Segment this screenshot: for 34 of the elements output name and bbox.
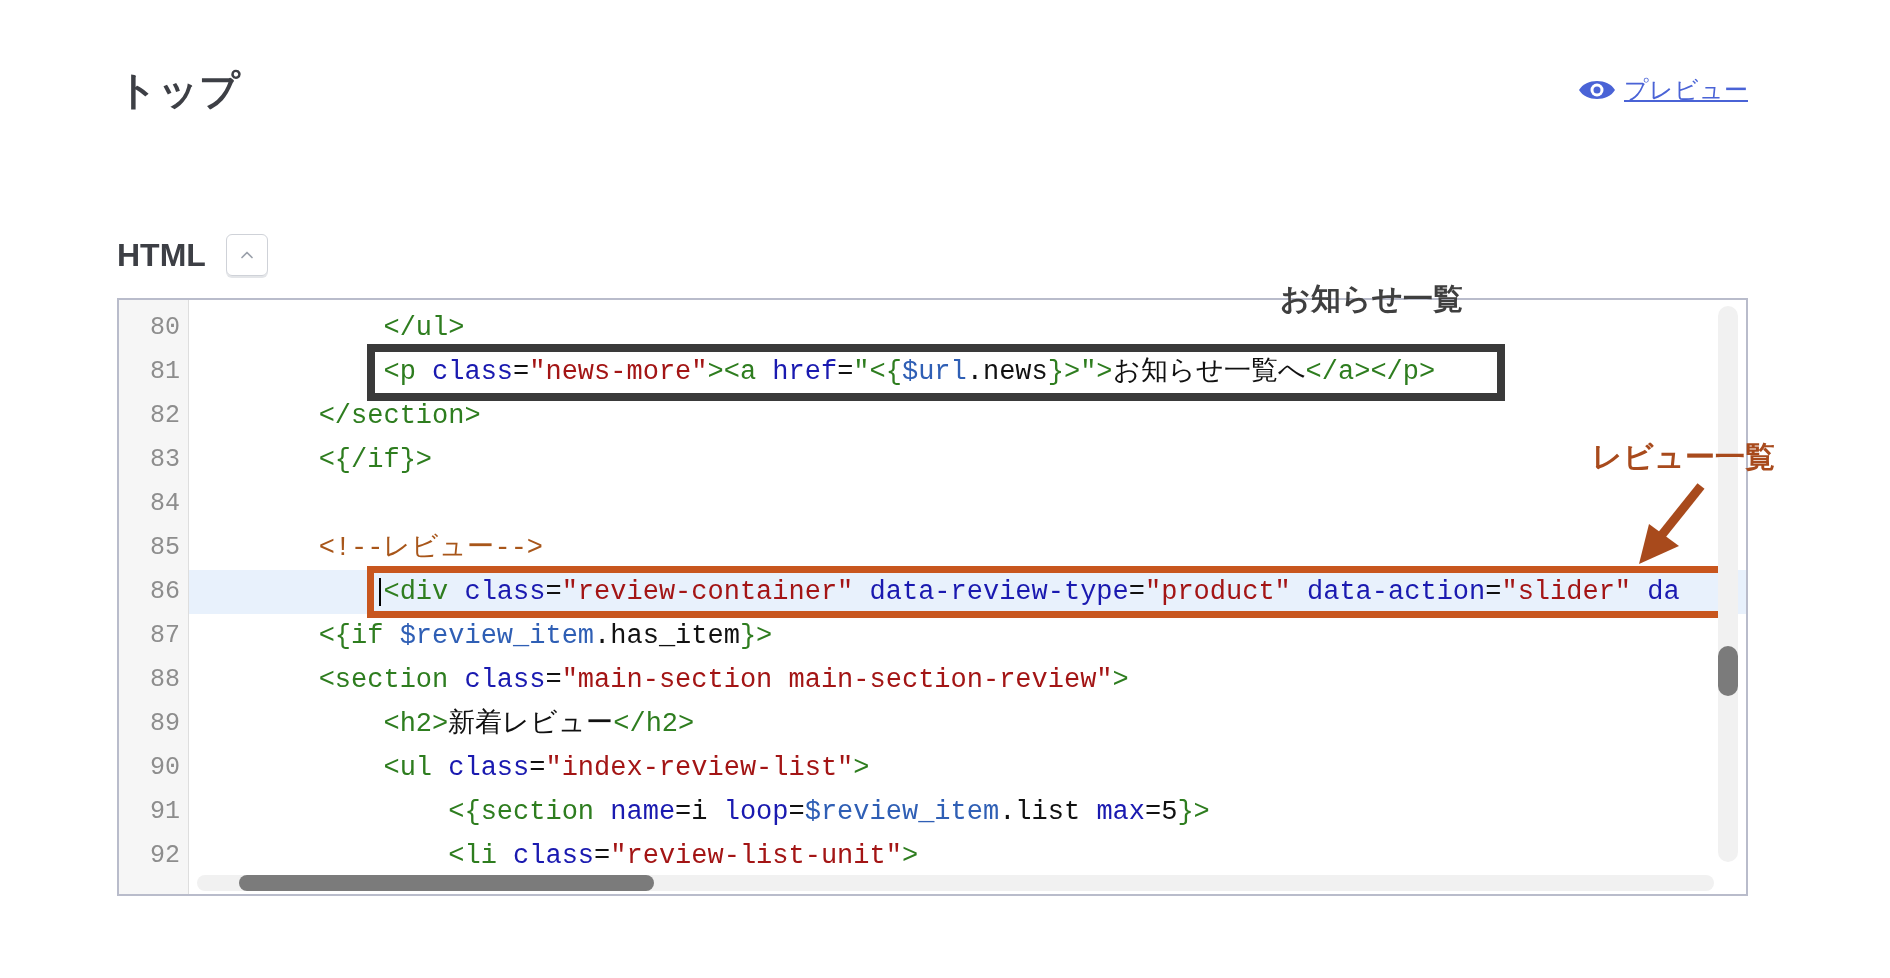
code-line: <div class="review-container" data-review-type="product" data-action="slider" da xyxy=(383,576,1680,608)
line-number: 86 xyxy=(149,576,181,608)
line-number: 89 xyxy=(149,708,181,740)
line-number: 81 xyxy=(149,356,181,388)
annotation-label: レビュー一覧 xyxy=(1592,439,1775,475)
section-label: HTML xyxy=(117,236,206,275)
line-number: 92 xyxy=(149,840,181,872)
code-line: </section> xyxy=(318,400,481,432)
code-line: <p class="news-more"><a href="<{$url.news}>">お知らせ一覧へ</a></p> xyxy=(383,356,1436,388)
code-line: <{/if}> xyxy=(318,444,433,476)
preview-link[interactable]: プレビュー xyxy=(1578,72,1748,108)
annotation-label: お知らせ一覧 xyxy=(1280,281,1463,317)
line-number: 85 xyxy=(149,532,181,564)
line-number: 84 xyxy=(149,488,181,520)
code-line: <{section name=i loop=$review_item.list max=5}> xyxy=(448,796,1210,828)
code-line: </ul> xyxy=(383,312,465,344)
line-number: 91 xyxy=(149,796,181,828)
code-line: <ul class="index-review-list"> xyxy=(383,752,870,784)
text-cursor xyxy=(379,578,381,606)
code-line: <section class="main-section main-section-review"> xyxy=(318,664,1129,696)
line-number: 88 xyxy=(149,664,181,696)
line-number: 87 xyxy=(149,620,181,652)
code-line: <h2>新着レビュー</h2> xyxy=(383,708,695,740)
line-number: 83 xyxy=(149,444,181,476)
line-number: 82 xyxy=(149,400,181,432)
line-number: 80 xyxy=(149,312,181,344)
code-line: <!--レビュー--> xyxy=(318,532,544,564)
scrollbar-thumb[interactable] xyxy=(239,875,654,891)
line-number: 90 xyxy=(149,752,181,784)
code-line: <{if $review_item.has_item}> xyxy=(318,620,773,652)
page-title: トップ xyxy=(117,67,240,114)
horizontal-scrollbar[interactable] xyxy=(197,875,1714,891)
scrollbar-thumb[interactable] xyxy=(1718,646,1738,696)
code-line: <li class="review-list-unit"> xyxy=(448,840,919,872)
